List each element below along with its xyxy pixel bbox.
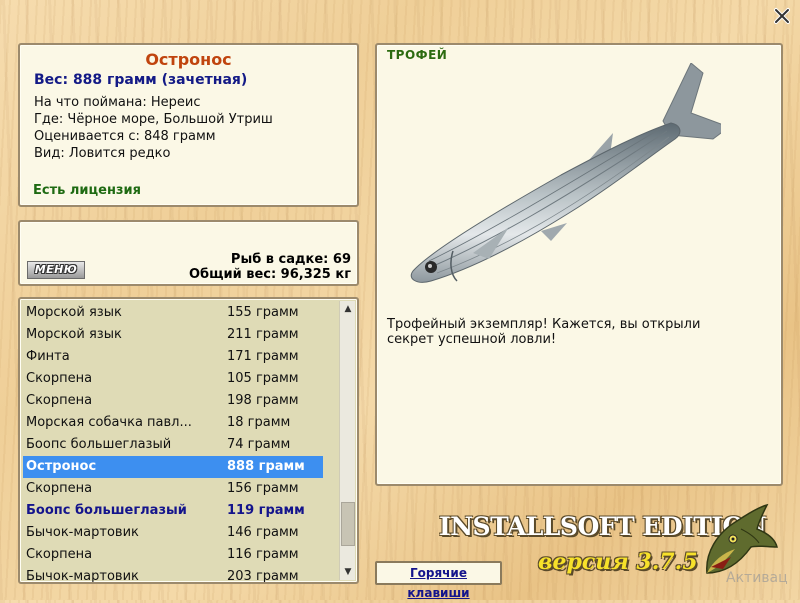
trophy-panel: ТРОФЕЙ Трофейный экземпляр! Кажется, вы … <box>375 43 783 486</box>
fish-list-panel: Морской язык 155 грамм Морской язык 211 гра… <box>18 297 359 584</box>
list-item[interactable]: Бычок-мартовик 146 грамм <box>23 522 323 544</box>
list-item[interactable]: Скорпена 116 грамм <box>23 544 323 566</box>
fish-weight-cell: 198 грамм <box>227 393 299 408</box>
fish-name: Боопс большеглазый <box>26 437 172 452</box>
fish-weight-cell: 74 грамм <box>227 437 291 452</box>
fish-name: Морской язык <box>26 327 122 342</box>
bait-line: На что поймана: Нереис <box>34 95 201 110</box>
list-item[interactable]: Морской язык 211 грамм <box>23 324 323 346</box>
fish-name: Бычок-мартовик <box>26 569 139 584</box>
fish-info-panel: Остронос Вес: 888 грамм (зачетная) На чт… <box>18 43 359 207</box>
hotkeys-button[interactable]: Горячие клавиши <box>375 561 502 600</box>
fish-weight-cell: 18 грамм <box>227 415 291 430</box>
stats-block: Рыб в садке: 69 Общий вес: 96,325 кг <box>189 252 351 282</box>
fish-weight-cell: 155 грамм <box>227 305 299 320</box>
fish-weight: Вес: 888 грамм (зачетная) <box>34 72 248 88</box>
list-item[interactable]: Финта 171 грамм <box>23 346 323 368</box>
fish-weight-cell: 156 грамм <box>227 481 299 496</box>
fish-weight-cell: 146 грамм <box>227 525 299 540</box>
list-item[interactable]: Бычок-мартовик 203 грамм <box>23 566 323 584</box>
rating-line: Оценивается с: 848 грамм <box>34 129 216 144</box>
list-item[interactable]: Скорпена 198 грамм <box>23 390 323 412</box>
fish-name: Морской язык <box>26 305 122 320</box>
rarity-line: Вид: Ловится редко <box>34 146 171 161</box>
list-item[interactable]: Боопс большеглазый 119 грамм <box>23 500 323 522</box>
fish-name: Скорпена <box>26 393 93 408</box>
list-item[interactable]: Скорпена 105 грамм <box>23 368 323 390</box>
fish-name: Боопс большеглазый <box>26 503 187 518</box>
list-item[interactable]: Морская собачка павл... 18 грамм <box>23 412 323 434</box>
fish-title: Остронос <box>145 50 232 69</box>
trophy-label: ТРОФЕЙ <box>387 48 448 62</box>
fish-name: Остронос <box>26 459 97 474</box>
fish-details: На что поймана: Нереис Где: Чёрное море,… <box>34 94 343 162</box>
scroll-up-icon[interactable]: ▲ <box>340 301 356 317</box>
fish-weight-cell: 116 грамм <box>227 547 299 562</box>
fish-name: Скорпена <box>26 371 93 386</box>
trophy-message: Трофейный экземпляр! Кажется, вы открыли… <box>387 317 701 347</box>
fish-weight-cell: 171 грамм <box>227 349 299 364</box>
fish-image <box>410 63 721 283</box>
fish-name: Скорпена <box>26 547 93 562</box>
fish-weight-cell: 888 грамм <box>227 459 305 474</box>
menu-button[interactable]: МЕНЮ <box>27 261 85 279</box>
location-line: Где: Чёрное море, Большой Утриш <box>34 112 273 127</box>
list-item[interactable]: Скорпена 156 грамм <box>23 478 323 500</box>
activation-watermark: Активац <box>726 570 788 586</box>
fish-count: Рыб в садке: 69 <box>230 252 351 267</box>
scroll-thumb[interactable] <box>341 502 355 546</box>
total-weight: Общий вес: 96,325 кг <box>188 267 351 282</box>
scroll-down-icon[interactable]: ▼ <box>340 564 356 580</box>
fish-name: Морская собачка павл... <box>26 415 192 430</box>
fish-name: Скорпена <box>26 481 93 496</box>
close-icon[interactable] <box>772 6 792 26</box>
fish-weight-cell: 119 грамм <box>227 503 305 518</box>
list-item[interactable]: Остронос 888 грамм <box>23 456 323 478</box>
fish-weight-cell: 211 грамм <box>227 327 299 342</box>
license-status: Есть лицензия <box>33 183 141 198</box>
fish-list: Морской язык 155 грамм Морской язык 211 гра… <box>23 302 323 584</box>
fish-name: Финта <box>26 349 70 364</box>
fish-name: Бычок-мартовик <box>26 525 139 540</box>
list-scrollbar[interactable]: ▲ ▼ <box>339 301 355 580</box>
fish-weight-cell: 105 грамм <box>227 371 299 386</box>
stats-panel: МЕНЮ Рыб в садке: 69 Общий вес: 96,325 к… <box>18 220 359 286</box>
version-label: версия 3.7.5 <box>538 549 698 575</box>
list-item[interactable]: Морской язык 155 грамм <box>23 302 323 324</box>
fish-weight-cell: 203 грамм <box>227 569 299 584</box>
list-item[interactable]: Боопс большеглазый 74 грамм <box>23 434 323 456</box>
